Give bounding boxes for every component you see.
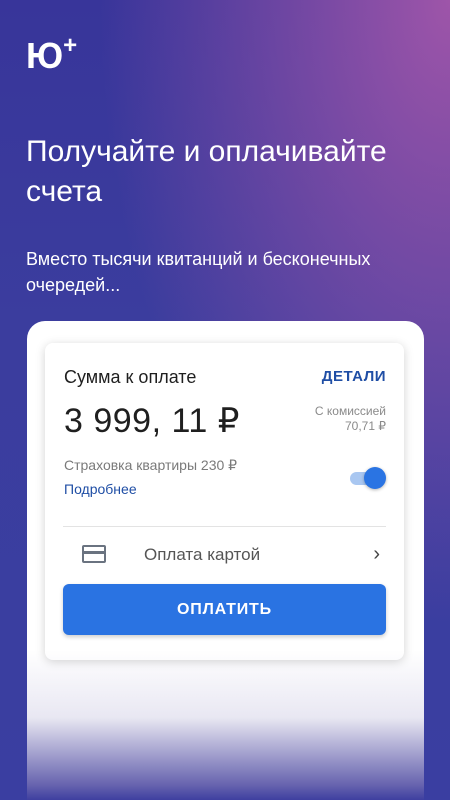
commission-label: С комиссией (314, 404, 386, 418)
insurance-toggle[interactable] (350, 467, 386, 489)
amount-value: 3 999, 11 ₽ (64, 402, 240, 440)
credit-card-icon (82, 545, 106, 563)
pay-button[interactable]: ОПЛАТИТЬ (63, 584, 386, 635)
bottom-fade (27, 650, 424, 800)
commission-value: 70,71 ₽ (345, 419, 386, 433)
commission-info: С комиссией 70,71 ₽ (315, 404, 386, 434)
promo-subtext: Вместо тысячи квитанций и бесконечных оч… (26, 249, 371, 295)
phone-preview: Сумма к оплате ДЕТАЛИ 3 999, 11 ₽ С коми… (27, 321, 424, 800)
chevron-right-icon: › (373, 543, 380, 565)
more-link[interactable]: Подробнее (64, 481, 137, 497)
details-link[interactable]: ДЕТАЛИ (322, 368, 386, 385)
insurance-label: Страховка квартиры 230 ₽ (64, 457, 238, 473)
payment-method-label: Оплата картой (144, 545, 261, 564)
payment-card: Сумма к оплате ДЕТАЛИ 3 999, 11 ₽ С коми… (45, 343, 404, 660)
logo-text: Ю (26, 35, 63, 76)
divider (63, 526, 386, 527)
app-logo: Ю + (26, 32, 78, 76)
payment-method-selector[interactable]: Оплата картой › (63, 533, 386, 577)
toggle-knob (364, 467, 386, 489)
amount-title: Сумма к оплате (64, 367, 197, 387)
promo-headline: Получайте и оплачивайте счета (26, 135, 387, 208)
logo-plus: + (63, 32, 78, 59)
